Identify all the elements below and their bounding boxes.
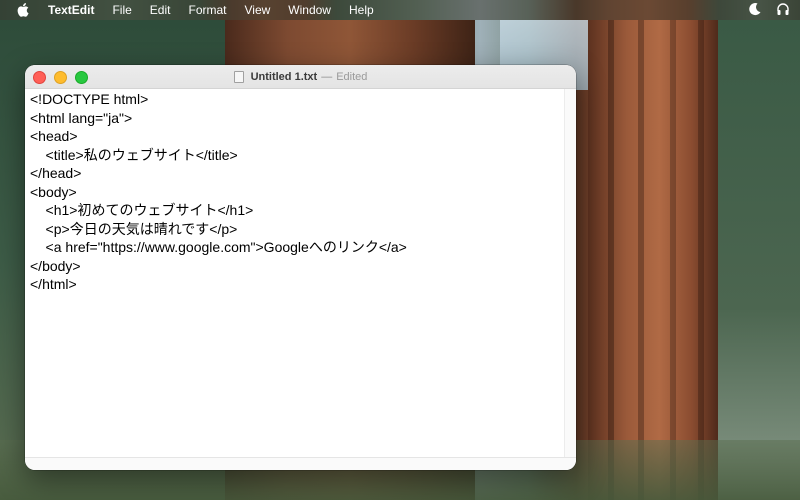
- text-line: <head>: [30, 128, 78, 144]
- apple-icon[interactable]: [16, 3, 30, 17]
- textedit-window: Untitled 1.txt — Edited <!DOCTYPE html> …: [25, 65, 576, 470]
- menu-file[interactable]: File: [112, 3, 131, 17]
- menu-format[interactable]: Format: [188, 3, 226, 17]
- headphones-icon[interactable]: [776, 2, 790, 19]
- text-line: <html lang="ja">: [30, 109, 133, 126]
- window-titlebar[interactable]: Untitled 1.txt — Edited: [25, 65, 576, 89]
- menu-help[interactable]: Help: [349, 3, 374, 17]
- text-line: </body>: [30, 257, 81, 274]
- text-editor-area[interactable]: <!DOCTYPE html> <html lang="ja"> <head> …: [25, 89, 576, 458]
- title-separator: —: [321, 70, 333, 83]
- menu-app-name[interactable]: TextEdit: [48, 3, 94, 17]
- forest-background-right: [718, 20, 800, 500]
- text-line: <a href="https://www.google.com">Googleへ…: [30, 239, 407, 255]
- desktop-wallpaper: TextEdit File Edit Format View Window He…: [0, 0, 800, 500]
- text-line: <h1>初めてのウェブサイト</h1>: [30, 202, 254, 218]
- window-filename: Untitled 1.txt: [250, 70, 318, 83]
- close-button[interactable]: [33, 71, 46, 84]
- text-line: <title>私のウェブサイト</title>: [30, 146, 238, 163]
- text-line: <p>今日の天気は晴れです</p>: [30, 220, 238, 237]
- text-line: <!DOCTYPE html>: [30, 91, 149, 107]
- menu-bar: TextEdit File Edit Format View Window He…: [0, 0, 800, 20]
- tree-trunk-right: [588, 20, 718, 500]
- window-controls: [33, 71, 88, 84]
- status-icons: [748, 2, 790, 19]
- window-title: Untitled 1.txt — Edited: [233, 70, 367, 83]
- minimize-button[interactable]: [54, 71, 67, 84]
- document-text[interactable]: <!DOCTYPE html> <html lang="ja"> <head> …: [30, 90, 550, 294]
- text-line: <body>: [30, 183, 77, 200]
- maximize-button[interactable]: [75, 71, 88, 84]
- menu-edit[interactable]: Edit: [150, 3, 171, 17]
- menu-window[interactable]: Window: [288, 3, 331, 17]
- document-icon[interactable]: [233, 70, 244, 83]
- moon-icon[interactable]: [748, 2, 762, 19]
- text-line: </html>: [30, 276, 77, 292]
- edited-status[interactable]: Edited: [336, 71, 367, 83]
- vertical-scrollbar[interactable]: [564, 89, 576, 458]
- text-line: </head>: [30, 165, 82, 181]
- window-bottom-edge: [25, 457, 576, 470]
- menu-view[interactable]: View: [245, 3, 271, 17]
